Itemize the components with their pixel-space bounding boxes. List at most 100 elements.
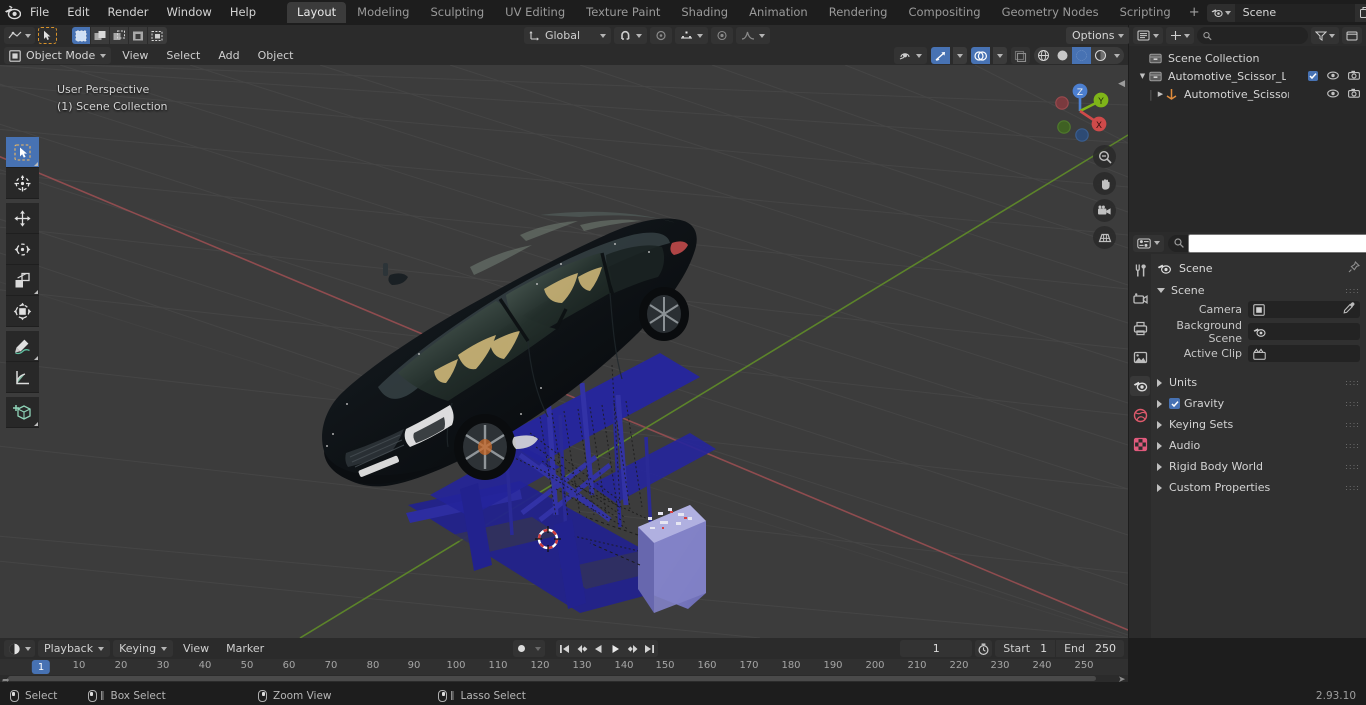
tab-sculpting[interactable]: Sculpting [420, 2, 494, 23]
menu-window[interactable]: Window [157, 3, 220, 22]
select-subtract-mode-button[interactable] [110, 27, 129, 44]
outliner-search-input[interactable] [1197, 27, 1308, 44]
scene-name-field[interactable]: Scene [1234, 3, 1355, 22]
expand-triangle-icon[interactable] [1157, 441, 1162, 450]
properties-editor-type-selector[interactable] [1133, 234, 1164, 252]
add-workspace-button[interactable]: + [1182, 2, 1207, 23]
transform-orientation-selector[interactable]: Global [523, 27, 612, 44]
tool-rotate[interactable] [6, 234, 39, 265]
menu-help[interactable]: Help [221, 3, 265, 22]
camera-icon[interactable] [1093, 199, 1116, 222]
timeline-corner-handle[interactable]: ➦ [2, 676, 10, 686]
scene-icon[interactable] [1206, 3, 1235, 22]
select-invert-mode-button[interactable] [129, 27, 148, 44]
object-visibility-selector[interactable] [894, 47, 927, 64]
section-units[interactable]: Units :::: [1157, 372, 1360, 393]
select-intersect-mode-button[interactable] [148, 27, 167, 44]
timeline-playhead[interactable]: 1 [31, 660, 51, 674]
material-preview-shading-button[interactable] [1072, 47, 1091, 64]
tool-annotate[interactable] [6, 331, 39, 362]
shading-dropdown[interactable] [1110, 47, 1124, 64]
snap-target-button[interactable] [711, 27, 734, 44]
start-frame-value[interactable]: 1 [1038, 640, 1057, 657]
section-rigid-body-world[interactable]: Rigid Body World :::: [1157, 456, 1360, 477]
proportional-falloff-selector[interactable] [675, 27, 709, 44]
timeline-corner-handle-right[interactable]: ➤ [1118, 675, 1126, 685]
camera-field[interactable] [1248, 301, 1360, 318]
outliner-row-scene-collection[interactable]: Scene Collection [1129, 49, 1366, 67]
solid-shading-button[interactable] [1053, 47, 1072, 64]
show-gizmo-button[interactable] [931, 47, 950, 64]
section-custom-properties[interactable]: Custom Properties :::: [1157, 477, 1360, 498]
ortho-grid-icon[interactable] [1093, 226, 1116, 249]
play-button[interactable] [607, 640, 625, 657]
tab-scripting[interactable]: Scripting [1110, 2, 1181, 23]
xray-toggle-button[interactable] [1011, 47, 1030, 64]
current-frame-field[interactable]: 1 [900, 640, 973, 657]
viewport-menu-select[interactable]: Select [159, 47, 207, 64]
camera-render-icon[interactable] [1348, 88, 1360, 101]
keying-dropdown[interactable]: Keying [113, 640, 174, 657]
auto-keying-dropdown[interactable] [530, 640, 546, 657]
tool-transform[interactable] [6, 296, 39, 327]
menu-edit[interactable]: Edit [58, 3, 98, 22]
collection-checkbox[interactable] [1308, 71, 1318, 81]
tab-shading[interactable]: Shading [671, 2, 738, 23]
viewport-menu-view[interactable]: View [115, 47, 155, 64]
previous-keyframe-button[interactable] [573, 640, 591, 657]
eye-icon[interactable] [1327, 70, 1339, 83]
new-scene-button[interactable] [1354, 3, 1366, 22]
jump-to-end-button[interactable] [641, 640, 659, 657]
timeline-ruler[interactable]: 1 10 20 30 40 50 60 70 80 90 100 110 120… [0, 659, 1128, 675]
sidebar-collapse-arrow-icon[interactable]: ◀ [1118, 79, 1125, 89]
outliner-row-object[interactable]: | ▶ Automotive_Scissor_Lift_ [1129, 85, 1366, 103]
object-mode-selector[interactable]: Object Mode [4, 47, 112, 64]
select-set-mode-button[interactable] [72, 27, 91, 44]
pan-hand-icon[interactable] [1093, 172, 1116, 195]
jump-to-start-button[interactable] [556, 640, 574, 657]
outliner-display-mode-selector[interactable] [1166, 27, 1194, 44]
section-gravity[interactable]: Gravity :::: [1157, 393, 1360, 414]
editor-type-selector[interactable] [4, 27, 35, 44]
falloff-curve-selector[interactable] [736, 27, 771, 44]
tab-tool[interactable] [1130, 260, 1150, 280]
timeline-editor-type-selector[interactable] [4, 640, 35, 657]
disclosure-triangle-icon[interactable]: ▼ [1137, 72, 1148, 80]
viewport-options-button[interactable]: Options [1066, 27, 1131, 44]
tool-measure[interactable] [6, 362, 39, 393]
camera-render-icon[interactable] [1348, 70, 1360, 83]
tab-modeling[interactable]: Modeling [347, 2, 419, 23]
expand-triangle-icon[interactable] [1157, 378, 1162, 387]
section-audio[interactable]: Audio :::: [1157, 435, 1360, 456]
disclosure-triangle-icon[interactable]: ▶ [1155, 90, 1166, 98]
tab-texture[interactable] [1130, 434, 1150, 454]
outliner-row-collection[interactable]: ▼ Automotive_Scissor_Lift_and_ [1129, 67, 1366, 85]
menu-file[interactable]: File [21, 3, 58, 22]
snapping-magnet-button[interactable] [614, 27, 648, 44]
3d-viewport[interactable]: User Perspective (1) Scene Collection Z … [0, 65, 1128, 638]
tab-scene[interactable] [1130, 376, 1150, 396]
outliner-filter-button[interactable] [1311, 27, 1339, 44]
outliner-search-field[interactable] [1215, 29, 1302, 42]
pin-icon[interactable] [1348, 260, 1361, 276]
properties-search-input[interactable] [1168, 233, 1366, 253]
tab-layout[interactable]: Layout [287, 2, 347, 23]
tab-geometry-nodes[interactable]: Geometry Nodes [992, 2, 1109, 23]
navigation-gizmo[interactable]: Z Y X [1046, 77, 1114, 145]
outliner-editor-type-selector[interactable] [1133, 27, 1163, 44]
expand-triangle-icon[interactable] [1157, 483, 1162, 492]
play-reverse-button[interactable] [590, 640, 608, 657]
eyedropper-icon[interactable] [1343, 302, 1355, 317]
eye-icon[interactable] [1327, 88, 1339, 101]
tool-add-cube[interactable] [6, 397, 39, 428]
expand-triangle-icon[interactable] [1157, 399, 1162, 408]
overlay-dropdown[interactable] [993, 47, 1007, 64]
background-scene-field[interactable] [1248, 323, 1360, 340]
wireframe-shading-button[interactable] [1034, 47, 1053, 64]
tab-animation[interactable]: Animation [739, 2, 818, 23]
tab-texture-paint[interactable]: Texture Paint [576, 2, 670, 23]
gizmo-dropdown[interactable] [953, 47, 967, 64]
playback-dropdown[interactable]: Playback [38, 640, 111, 657]
timeline-scrollbar[interactable] [8, 676, 1118, 681]
tab-uv-editing[interactable]: UV Editing [495, 2, 575, 23]
